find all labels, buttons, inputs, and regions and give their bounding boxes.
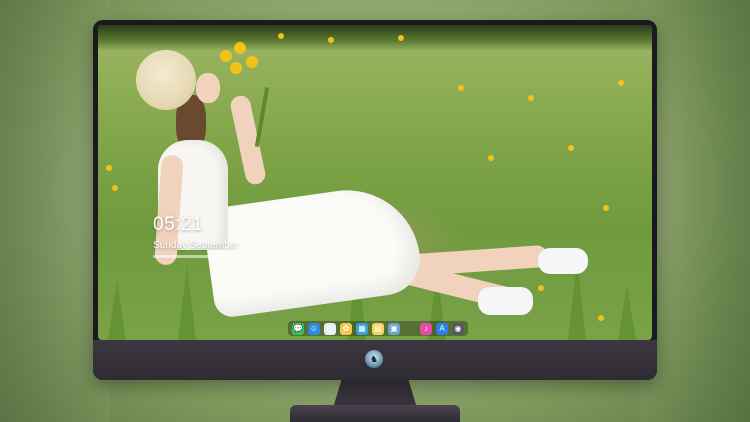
- wallpaper-flower: [488, 155, 494, 161]
- safari-icon[interactable]: ◎: [324, 322, 336, 335]
- messages-icon[interactable]: 💬: [292, 322, 304, 335]
- lockscreen-wallpaper: 05:21 Sunday September 💬 ☺ ◎ ✿ ▦ ▤ ▣ ♪ A ◉: [98, 25, 652, 340]
- wallpaper-flower: [112, 185, 118, 191]
- dock: 💬 ☺ ◎ ✿ ▦ ▤ ▣ ♪ A ◉: [288, 321, 468, 336]
- camera-icon[interactable]: ◉: [452, 322, 464, 335]
- wallpaper-flower: [398, 35, 404, 41]
- photos-icon[interactable]: ✿: [340, 322, 352, 335]
- monitor: 05:21 Sunday September 💬 ☺ ◎ ✿ ▦ ▤ ▣ ♪ A ◉ ♞: [93, 20, 657, 380]
- wallpaper-flower: [538, 285, 544, 291]
- wallpaper-grass: [108, 280, 126, 340]
- lockscreen-time: 05:21: [153, 214, 204, 235]
- wallpaper-flower: [598, 315, 604, 321]
- wallpaper-figure-shoe: [478, 287, 533, 315]
- wallpaper-flower: [278, 33, 284, 39]
- notes-icon[interactable]: ▤: [372, 322, 384, 335]
- wallpaper-figure-face: [196, 73, 220, 103]
- wallpaper-grass: [618, 285, 636, 340]
- wallpaper-treeline: [98, 25, 652, 51]
- preview-icon[interactable]: ▣: [388, 322, 400, 335]
- wallpaper-figure-hat: [136, 50, 196, 110]
- monitor-stand-base: [290, 405, 460, 422]
- wallpaper-flower: [328, 37, 334, 43]
- appstore-icon[interactable]: A: [436, 322, 448, 335]
- wallpaper-flower: [106, 165, 112, 171]
- clapper-icon[interactable]: ▦: [356, 322, 368, 335]
- wallpaper-flower: [528, 95, 534, 101]
- wallpaper-bouquet-stem: [254, 87, 270, 147]
- wallpaper-flower: [618, 80, 624, 86]
- wallpaper-flower: [603, 205, 609, 211]
- lockscreen-subtext-bar: [153, 255, 233, 258]
- itunes-icon[interactable]: ♪: [420, 322, 432, 335]
- wallpaper-bouquet: [216, 40, 266, 85]
- lockscreen-date: Sunday September: [153, 240, 239, 251]
- wallpaper-figure-shoe: [538, 248, 588, 274]
- wallpaper-flower: [458, 85, 464, 91]
- wallpaper-flower: [568, 145, 574, 151]
- wallpaper-grass: [178, 265, 196, 340]
- monitor-stand-neck: [333, 380, 417, 408]
- brand-logo-icon: ♞: [365, 350, 383, 368]
- finder-icon[interactable]: ☺: [308, 322, 320, 335]
